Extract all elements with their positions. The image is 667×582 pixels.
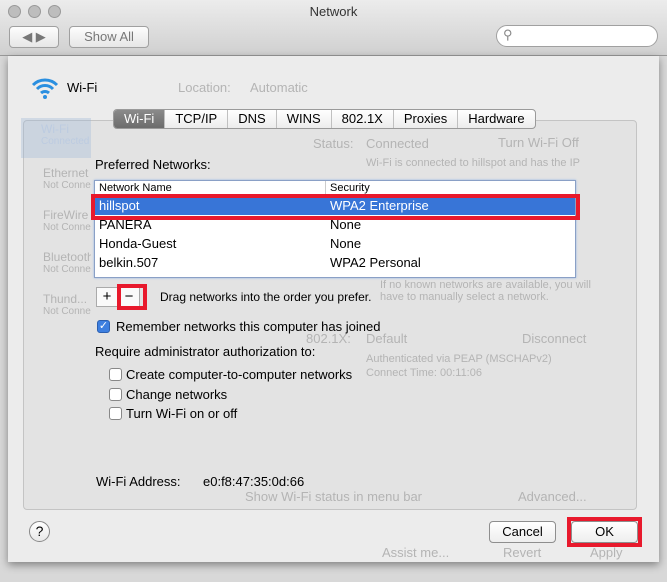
remember-networks-checkbox[interactable]: ✓: [97, 320, 110, 333]
cancel-button[interactable]: Cancel: [489, 521, 556, 543]
turn-wifi-label: Turn Wi-Fi on or off: [126, 406, 238, 421]
tab-dns[interactable]: DNS: [227, 110, 275, 128]
wifi-address-label: Wi-Fi Address:: [96, 474, 181, 489]
tab-bar: Wi-Fi TCP/IP DNS WINS 802.1X Proxies Har…: [113, 109, 536, 129]
require-admin-label: Require administrator authorization to:: [95, 344, 316, 359]
back-forward-buttons[interactable]: ◀ ▶: [9, 26, 59, 48]
change-networks-checkbox[interactable]: [109, 388, 122, 401]
tab-wifi[interactable]: Wi-Fi: [114, 110, 165, 128]
tab-wins[interactable]: WINS: [275, 110, 331, 128]
create-networks-checkbox[interactable]: [109, 368, 122, 381]
network-name: belkin.507: [99, 255, 159, 270]
remember-networks-label: Remember networks this computer has join…: [116, 319, 381, 334]
preferred-networks-label: Preferred Networks:: [95, 157, 211, 172]
column-network-name[interactable]: Network Name: [95, 181, 325, 195]
search-icon: ⚲: [503, 27, 513, 42]
tab-content-box: [23, 120, 637, 510]
highlight-remove-button: [117, 284, 147, 310]
show-all-button[interactable]: Show All: [69, 26, 149, 48]
wifi-icon: [31, 78, 59, 99]
network-security: None: [330, 236, 362, 251]
create-networks-label: Create computer-to-computer networks: [126, 367, 353, 382]
change-networks-label: Change networks: [126, 387, 228, 402]
table-row[interactable]: belkin.507 WPA2 Personal: [95, 253, 575, 272]
tab-hardware[interactable]: Hardware: [457, 110, 534, 128]
title-bar: Network ◀ ▶ Show All ⚲: [0, 0, 667, 56]
highlight-selected-network: [91, 194, 580, 220]
table-row[interactable]: Honda-Guest None: [95, 234, 575, 253]
window-title: Network: [309, 4, 358, 19]
drag-hint: Drag networks into the order you prefer.: [160, 290, 372, 304]
tab-proxies[interactable]: Proxies: [392, 110, 457, 128]
help-button[interactable]: ?: [29, 521, 50, 542]
network-security: WPA2 Personal: [330, 255, 421, 270]
sheet-header: Wi-Fi: [67, 80, 98, 95]
search-input[interactable]: ⚲: [496, 25, 658, 47]
add-network-button[interactable]: +: [96, 287, 118, 307]
wifi-address-value: e0:f8:47:35:0d:66: [203, 474, 305, 489]
highlight-ok-button: [567, 517, 642, 547]
tab-8021x[interactable]: 802.1X: [330, 110, 393, 128]
tab-tcpip[interactable]: TCP/IP: [164, 110, 227, 128]
turn-wifi-checkbox[interactable]: [109, 407, 122, 420]
network-name: Honda-Guest: [99, 236, 177, 251]
column-security[interactable]: Security: [325, 181, 370, 195]
